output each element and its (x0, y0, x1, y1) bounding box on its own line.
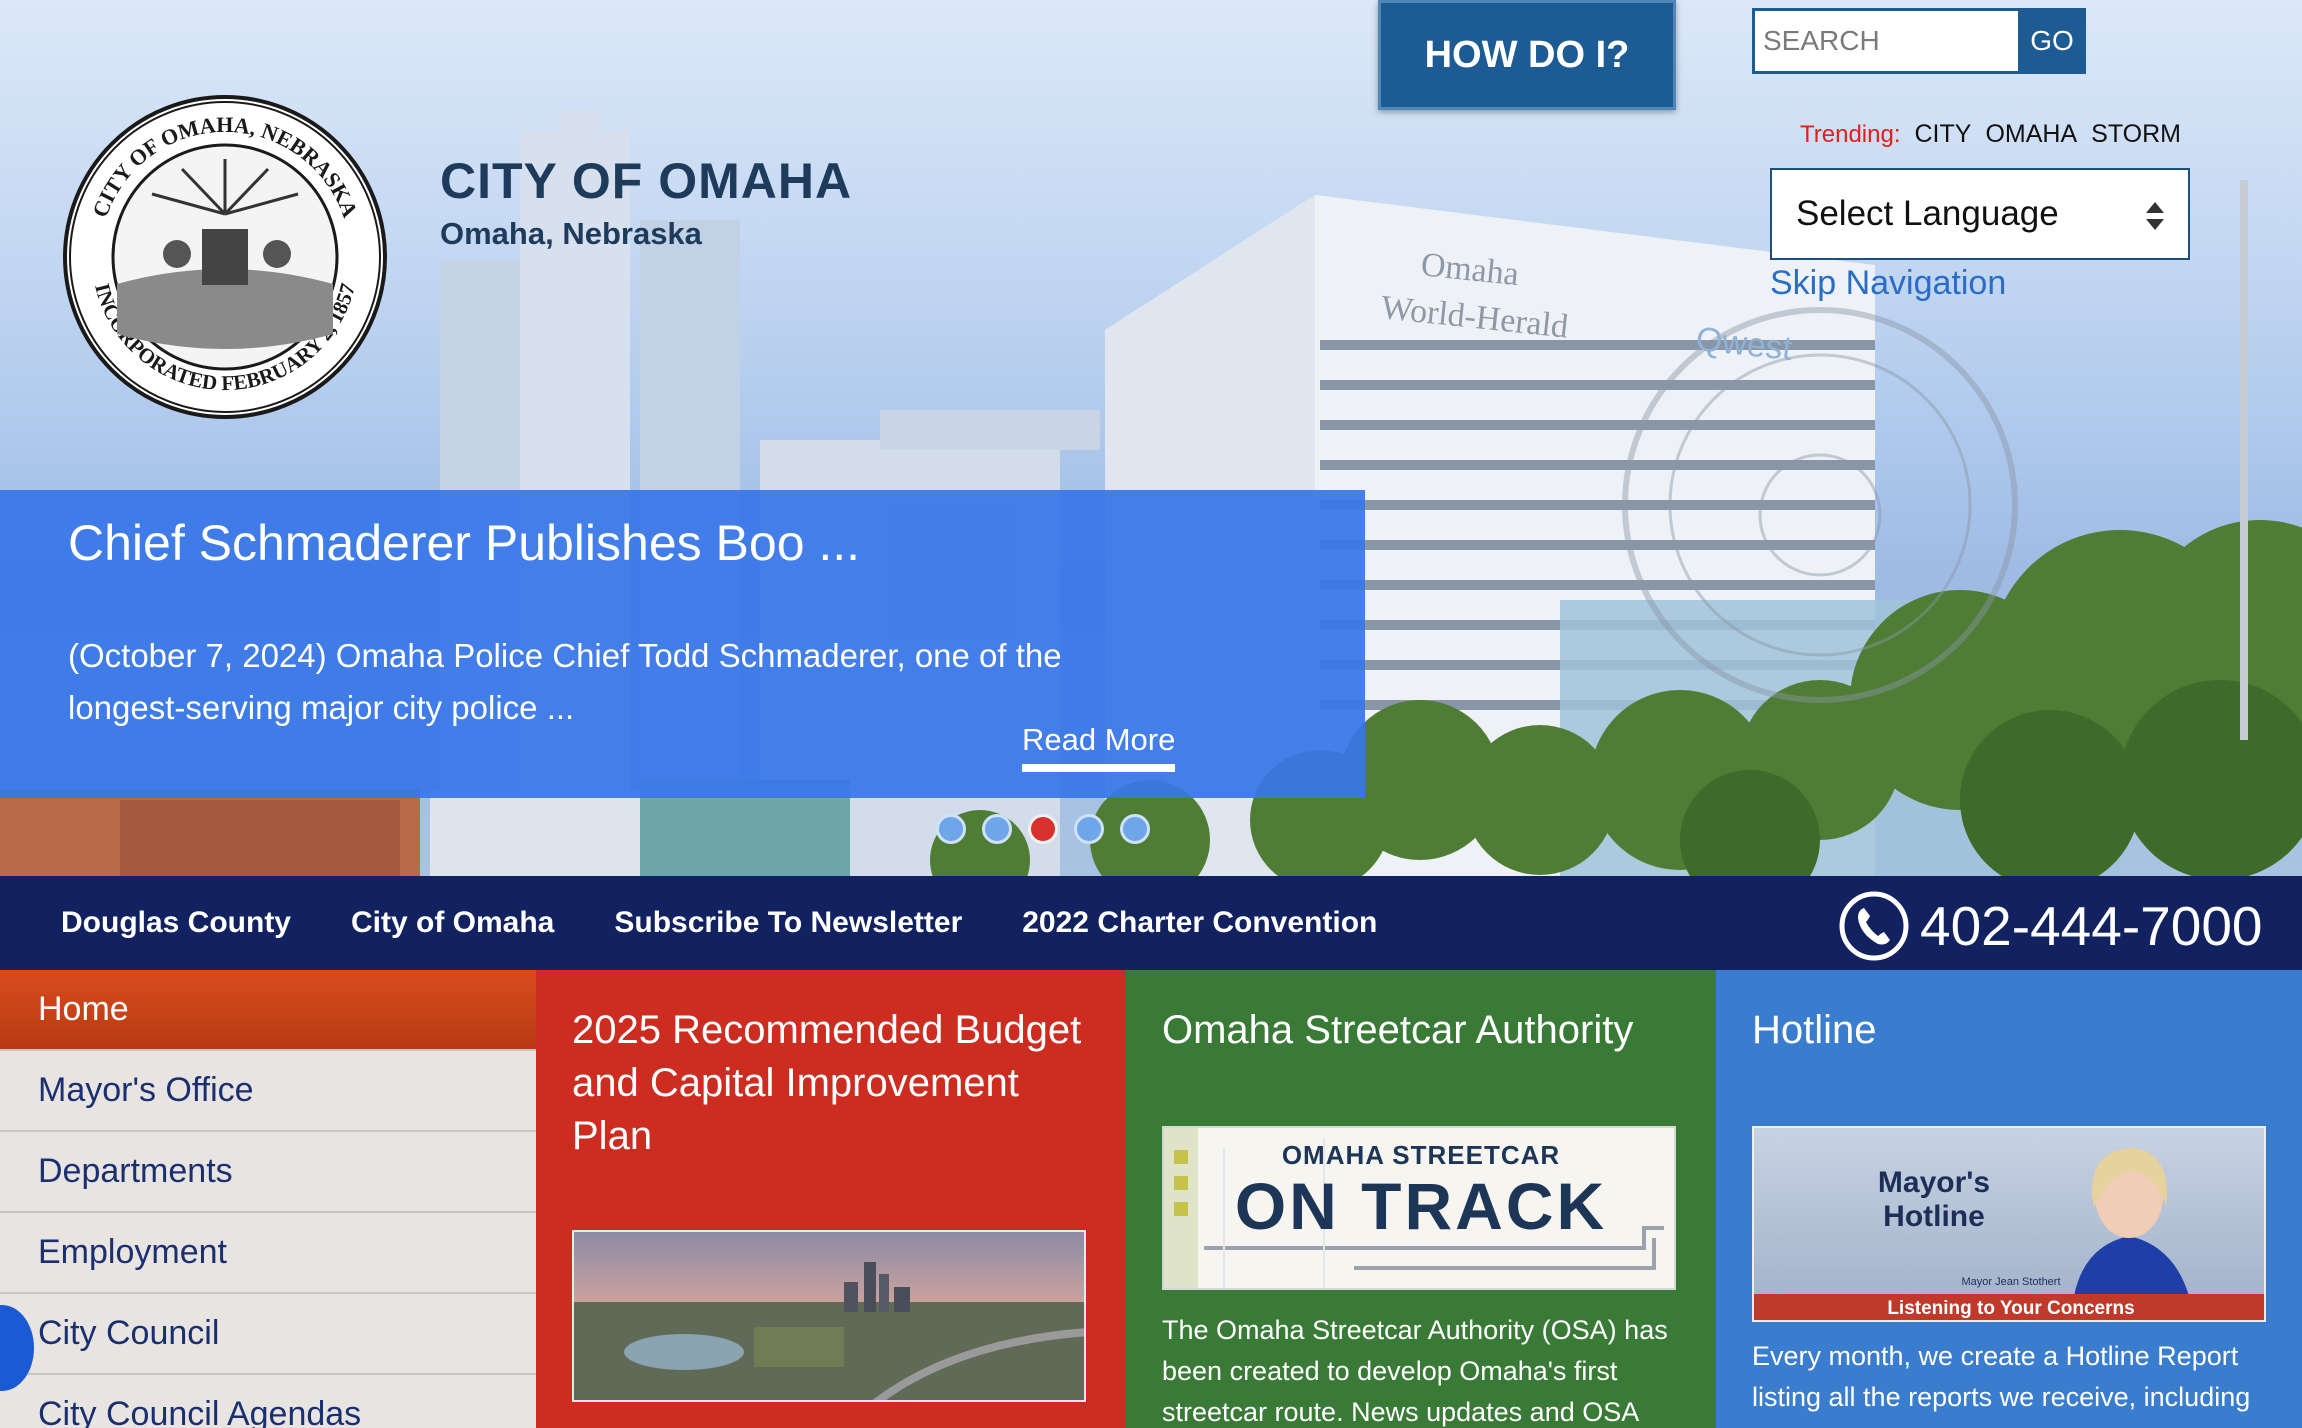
sidebar-item-departments[interactable]: Departments (0, 1132, 536, 1213)
trending-label: Trending: (1800, 121, 1901, 148)
trending-links: Trending: CITY OMAHA STORM (1800, 120, 2181, 149)
sidebar-item-mayors-office[interactable]: Mayor's Office (0, 1051, 536, 1132)
slider-dot[interactable] (982, 814, 1012, 844)
sidebar-item-employment[interactable]: Employment (0, 1213, 536, 1294)
hero-banner: Omaha World-Herald Qwest CITY OF OMAHA, … (0, 0, 2302, 876)
skip-navigation-link[interactable]: Skip Navigation (1770, 264, 2006, 303)
nav-link-subscribe-newsletter[interactable]: Subscribe To Newsletter (614, 906, 962, 940)
slider-dot[interactable] (1074, 814, 1104, 844)
streetcar-image-line2: ON TRACK (1234, 1169, 1608, 1243)
tile-streetcar-title[interactable]: Omaha Streetcar Authority (1162, 1004, 1633, 1057)
tile-hotline[interactable]: Hotline Mayor's Hotline Mayor Jean Stoth… (1716, 970, 2302, 1428)
mayor-portrait (2074, 1148, 2189, 1296)
slider-dot[interactable] (1120, 814, 1150, 844)
sidebar-item-city-council[interactable]: City Council (0, 1294, 536, 1375)
slider-dots (936, 814, 1150, 844)
site-subtitle: Omaha, Nebraska (440, 216, 702, 251)
read-more-link[interactable]: Read More (1022, 722, 1176, 772)
trending-link-omaha[interactable]: OMAHA (1985, 120, 2077, 149)
hotline-image-small-text: Mayor Jean Stothert (1961, 1276, 2061, 1288)
trending-link-city[interactable]: CITY (1915, 120, 1972, 149)
search-go-button[interactable]: GO (2018, 8, 2086, 74)
tile-budget-title[interactable]: 2025 Recommended Budget and Capital Impr… (572, 1004, 1092, 1163)
slider-dot-active[interactable] (1028, 814, 1058, 844)
nav-link-charter-convention[interactable]: 2022 Charter Convention (1022, 906, 1377, 940)
tile-streetcar-body: The Omaha Streetcar Authority (OSA) has … (1162, 1315, 1668, 1427)
streetcar-image-line1: OMAHA STREETCAR (1281, 1140, 1561, 1170)
tile-budget[interactable]: 2025 Recommended Budget and Capital Impr… (536, 970, 1126, 1428)
phone-icon (1839, 891, 1909, 961)
trending-link-storm[interactable]: STORM (2091, 120, 2181, 149)
mayors-hotline-image[interactable]: Mayor's Hotline Mayor Jean Stothert List… (1752, 1126, 2266, 1322)
select-arrows-icon (2146, 202, 2164, 230)
slide-body: (October 7, 2024) Omaha Police Chief Tod… (68, 637, 1062, 726)
language-select-value: Select Language (1796, 194, 2059, 233)
streetcar-on-track-image[interactable]: OMAHA STREETCAR ON TRACK (1162, 1126, 1676, 1290)
how-do-i-button[interactable]: HOW DO I? (1378, 0, 1676, 110)
language-select[interactable]: Select Language (1770, 168, 2190, 260)
budget-aerial-image[interactable] (572, 1230, 1086, 1402)
site-title[interactable]: CITY OF OMAHA (440, 152, 852, 210)
top-navigation-bar: Douglas County City of Omaha Subscribe T… (0, 876, 2302, 970)
news-slide: Chief Schmaderer Publishes Boo ... (Octo… (0, 490, 1365, 798)
slide-title[interactable]: Chief Schmaderer Publishes Boo ... (68, 514, 860, 572)
tile-hotline-body: Every month, we create a Hotline Report … (1752, 1341, 2251, 1412)
nav-link-city-of-omaha[interactable]: City of Omaha (351, 906, 554, 940)
slider-dot[interactable] (936, 814, 966, 844)
tile-streetcar[interactable]: Omaha Streetcar Authority OMAHA STREETCA… (1126, 970, 1716, 1428)
sidebar-menu: Home Mayor's Office Departments Employme… (0, 970, 536, 1428)
phone-number[interactable]: 402-444-7000 (1838, 890, 2263, 962)
nav-link-douglas-county[interactable]: Douglas County (61, 906, 291, 940)
tile-hotline-title[interactable]: Hotline (1752, 1004, 1877, 1057)
hotline-image-caption: Listening to Your Concerns (1754, 1294, 2264, 1320)
city-seal-logo: CITY OF OMAHA, NEBRASKA INCORPORATED FEB… (63, 95, 387, 419)
phone-number-text: 402-444-7000 (1920, 895, 2263, 957)
sidebar-item-city-council-agendas[interactable]: City Council Agendas (0, 1375, 536, 1428)
search-input[interactable] (1752, 8, 2018, 74)
search-form: GO (1752, 8, 2086, 74)
sidebar-item-home[interactable]: Home (0, 970, 536, 1051)
hotline-image-title: Mayor's Hotline (1877, 1166, 1991, 1233)
